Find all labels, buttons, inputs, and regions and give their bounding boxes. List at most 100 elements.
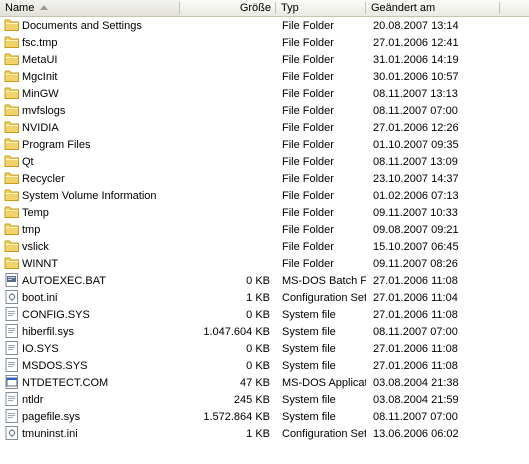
- table-row[interactable]: fsc.tmp File Folder 27.01.2006 12:41: [0, 35, 529, 52]
- file-size: [180, 137, 270, 154]
- system-file-icon: [4, 324, 20, 338]
- table-row[interactable]: tmp File Folder 09.08.2007 09:21: [0, 222, 529, 239]
- file-name-cell[interactable]: MetaUI: [4, 52, 180, 69]
- table-row[interactable]: CONFIG.SYS 0 KB System file 27.01.2006 11:0…: [0, 307, 529, 324]
- file-size: [180, 86, 270, 103]
- file-name-cell[interactable]: vslick: [4, 239, 180, 256]
- table-row[interactable]: boot.ini 1 KB Configuration Settings 27.01.…: [0, 290, 529, 307]
- file-name-cell[interactable]: ntldr: [4, 392, 180, 409]
- file-size: [180, 222, 270, 239]
- column-header-name[interactable]: Name: [0, 0, 180, 16]
- table-row[interactable]: Qt File Folder 08.11.2007 13:09: [0, 154, 529, 171]
- file-modified: 01.02.2006 07:13: [373, 190, 459, 202]
- file-modified: 27.01.2006 12:26: [373, 122, 459, 134]
- folder-icon: [4, 35, 20, 49]
- folder-icon: [4, 188, 20, 202]
- file-name-cell[interactable]: mvfslogs: [4, 103, 180, 120]
- file-name: Documents and Settings: [22, 20, 142, 32]
- table-row[interactable]: Temp File Folder 09.11.2007 10:33: [0, 205, 529, 222]
- file-name-cell[interactable]: NVIDIA: [4, 120, 180, 137]
- file-name-cell[interactable]: System Volume Information: [4, 188, 180, 205]
- folder-icon: [4, 18, 20, 32]
- table-row[interactable]: AUTOEXEC.BAT 0 KB MS-DOS Batch File 27.01.2…: [0, 273, 529, 290]
- file-size: 1 KB: [246, 428, 270, 440]
- table-row[interactable]: mvfslogs File Folder 08.11.2007 07:00: [0, 103, 529, 120]
- file-name-cell[interactable]: MSDOS.SYS: [4, 358, 180, 375]
- file-name-cell[interactable]: IO.SYS: [4, 341, 180, 358]
- settings-file-icon: [4, 290, 20, 304]
- table-row[interactable]: Documents and Settings File Folder 20.08.2…: [0, 18, 529, 35]
- column-header-modified[interactable]: Geändert am: [366, 0, 500, 16]
- table-row[interactable]: MinGW File Folder 08.11.2007 13:13: [0, 86, 529, 103]
- table-row[interactable]: MgcInit File Folder 30.01.2006 10:57: [0, 69, 529, 86]
- file-modified: 03.08.2004 21:59: [373, 394, 459, 406]
- file-modified: 08.11.2007 07:00: [373, 326, 458, 338]
- file-name-cell[interactable]: tmp: [4, 222, 180, 239]
- folder-icon: [4, 137, 20, 151]
- file-name-cell[interactable]: Recycler: [4, 171, 180, 188]
- folder-icon: [4, 103, 20, 117]
- file-size: 0 KB: [246, 360, 270, 372]
- file-name-cell[interactable]: Qt: [4, 154, 180, 171]
- file-name: vslick: [22, 241, 49, 253]
- file-name: ntldr: [22, 394, 44, 406]
- file-name-cell[interactable]: Temp: [4, 205, 180, 222]
- table-row[interactable]: NTDETECT.COM 47 KB MS-DOS Application 03.08…: [0, 375, 529, 392]
- table-row[interactable]: pagefile.sys 1.572.864 KB System file 08.11…: [0, 409, 529, 426]
- file-modified: 27.01.2006 11:08: [373, 275, 458, 287]
- table-row[interactable]: MSDOS.SYS 0 KB System file 27.01.2006 11:08: [0, 358, 529, 375]
- folder-icon: [4, 239, 20, 253]
- file-name-cell[interactable]: fsc.tmp: [4, 35, 180, 52]
- file-name-cell[interactable]: WINNT: [4, 256, 180, 273]
- file-type: File Folder: [282, 207, 334, 219]
- file-type: File Folder: [282, 71, 334, 83]
- file-name-cell[interactable]: NTDETECT.COM: [4, 375, 180, 392]
- file-name-cell[interactable]: AUTOEXEC.BAT: [4, 273, 180, 290]
- file-size: 245 KB: [233, 394, 270, 406]
- file-name-cell[interactable]: Program Files: [4, 137, 180, 154]
- table-row[interactable]: Program Files File Folder 01.10.2007 09:35: [0, 137, 529, 154]
- application-file-icon: [4, 375, 20, 389]
- table-row[interactable]: ntldr 245 KB System file 03.08.2004 21:59: [0, 392, 529, 409]
- file-name: fsc.tmp: [22, 37, 58, 49]
- file-name-cell[interactable]: tmuninst.ini: [4, 426, 180, 443]
- file-size: [180, 205, 270, 222]
- table-row[interactable]: vslick File Folder 15.10.2007 06:45: [0, 239, 529, 256]
- file-type: System file: [282, 411, 336, 423]
- table-row[interactable]: Recycler File Folder 23.10.2007 14:37: [0, 171, 529, 188]
- table-row[interactable]: tmuninst.ini 1 KB Configuration Settings 13…: [0, 426, 529, 443]
- file-modified: 09.11.2007 08:26: [373, 258, 458, 270]
- file-modified: 27.01.2006 11:08: [373, 309, 458, 321]
- file-modified: 09.11.2007 10:33: [373, 207, 458, 219]
- file-type: File Folder: [282, 258, 334, 270]
- file-modified: 08.11.2007 13:09: [373, 156, 458, 168]
- file-size: [180, 18, 270, 35]
- file-size: [180, 69, 270, 86]
- file-name-cell[interactable]: Documents and Settings: [4, 18, 180, 35]
- file-size: [180, 103, 270, 120]
- file-size: [180, 239, 270, 256]
- column-header-size[interactable]: Größe: [180, 0, 276, 16]
- batch-file-icon: [4, 273, 20, 287]
- file-name: pagefile.sys: [22, 411, 81, 423]
- file-name-cell[interactable]: CONFIG.SYS: [4, 307, 180, 324]
- file-type: File Folder: [282, 122, 334, 134]
- table-row[interactable]: NVIDIA File Folder 27.01.2006 12:26: [0, 120, 529, 137]
- file-name-cell[interactable]: MinGW: [4, 86, 180, 103]
- file-name-cell[interactable]: hiberfil.sys: [4, 324, 180, 341]
- file-modified: 08.11.2007 07:00: [373, 105, 458, 117]
- file-name-cell[interactable]: pagefile.sys: [4, 409, 180, 426]
- file-size: [180, 120, 270, 137]
- column-header-modified-label: Geändert am: [371, 2, 436, 14]
- table-row[interactable]: hiberfil.sys 1.047.604 KB System file 08.11…: [0, 324, 529, 341]
- table-row[interactable]: IO.SYS 0 KB System file 27.01.2006 11:08: [0, 341, 529, 358]
- table-row[interactable]: MetaUI File Folder 31.01.2006 14:19: [0, 52, 529, 69]
- file-size: 47 KB: [240, 377, 270, 389]
- column-header-type[interactable]: Typ: [276, 0, 366, 16]
- file-name-cell[interactable]: boot.ini: [4, 290, 180, 307]
- table-row[interactable]: System Volume Information File Folder 01.0…: [0, 188, 529, 205]
- table-row[interactable]: WINNT File Folder 09.11.2007 08:26: [0, 256, 529, 273]
- file-name: WINNT: [22, 258, 59, 270]
- file-name: AUTOEXEC.BAT: [22, 275, 106, 287]
- file-name-cell[interactable]: MgcInit: [4, 69, 180, 86]
